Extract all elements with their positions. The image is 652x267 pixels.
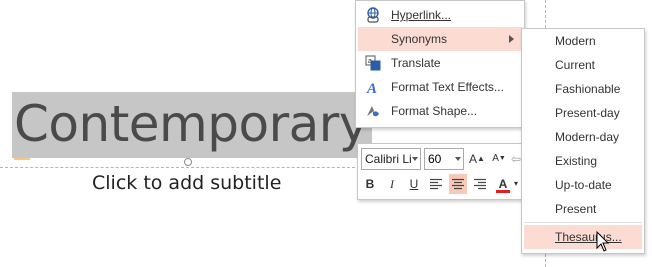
menu-item-translate[interactable]: a Translate [358, 51, 522, 75]
italic-button[interactable]: I [383, 174, 401, 194]
mouse-pointer-icon [596, 231, 610, 252]
menu-item-synonyms[interactable]: Synonyms [358, 27, 522, 51]
synonym-item[interactable]: Modern [524, 29, 642, 53]
align-left-icon [430, 178, 442, 190]
synonym-item[interactable]: Existing [524, 149, 642, 173]
menu-item-thesaurus[interactable]: Thesaurus... [524, 225, 642, 249]
menu-item-format-shape[interactable]: Format Shape... [358, 99, 522, 123]
font-color-swatch [496, 190, 510, 193]
mini-toolbar: Calibri Li 60 A▲ A▼ ⇦ B I U A ▾ [357, 143, 524, 200]
font-name-dropdown[interactable]: Calibri Li [361, 148, 421, 170]
svg-text:a: a [368, 58, 372, 65]
slide-title[interactable]: Contemporary [14, 95, 368, 153]
context-menu: Hyperlink... Synonyms a Translate A Form… [355, 0, 525, 128]
placeholder-border-horizontal [0, 167, 360, 168]
align-center-button[interactable] [449, 174, 467, 194]
synonym-item[interactable]: Present-day [524, 101, 642, 125]
chevron-down-icon [412, 157, 418, 161]
shrink-font-button[interactable]: A▼ [490, 149, 508, 169]
submenu-arrow-icon [509, 35, 514, 43]
underline-button[interactable]: U [405, 174, 423, 194]
align-right-button[interactable] [471, 174, 489, 194]
text-effects-icon: A [364, 78, 382, 97]
font-color-button[interactable]: A [494, 174, 512, 194]
format-shape-icon [364, 102, 382, 120]
synonym-item[interactable]: Modern-day [524, 125, 642, 149]
synonym-item[interactable]: Fashionable [524, 77, 642, 101]
align-center-icon [452, 178, 464, 190]
synonym-item[interactable]: Current [524, 53, 642, 77]
slide-title-selection[interactable]: Contemporary [12, 92, 372, 158]
font-color-dropdown[interactable]: ▾ [512, 174, 520, 194]
hyperlink-icon [364, 6, 382, 24]
chevron-down-icon [455, 157, 461, 161]
synonym-item[interactable]: Up-to-date [524, 173, 642, 197]
grow-font-button[interactable]: A▲ [468, 149, 486, 169]
menu-separator [524, 222, 642, 223]
menu-item-hyperlink[interactable]: Hyperlink... [358, 3, 522, 27]
align-right-icon [474, 178, 486, 190]
align-left-button[interactable] [427, 174, 445, 194]
translate-icon: a [364, 54, 382, 72]
text-cursor-marker [14, 158, 30, 160]
synonyms-submenu: Modern Current Fashionable Present-day M… [521, 28, 645, 254]
menu-item-format-text-effects[interactable]: A Format Text Effects... [358, 75, 522, 99]
synonym-item[interactable]: Present [524, 197, 642, 221]
bold-button[interactable]: B [361, 174, 379, 194]
resize-handle[interactable] [184, 158, 192, 166]
font-size-dropdown[interactable]: 60 [424, 148, 464, 170]
svg-text:A: A [366, 81, 377, 96]
subtitle-placeholder[interactable]: Click to add subtitle [92, 172, 281, 194]
